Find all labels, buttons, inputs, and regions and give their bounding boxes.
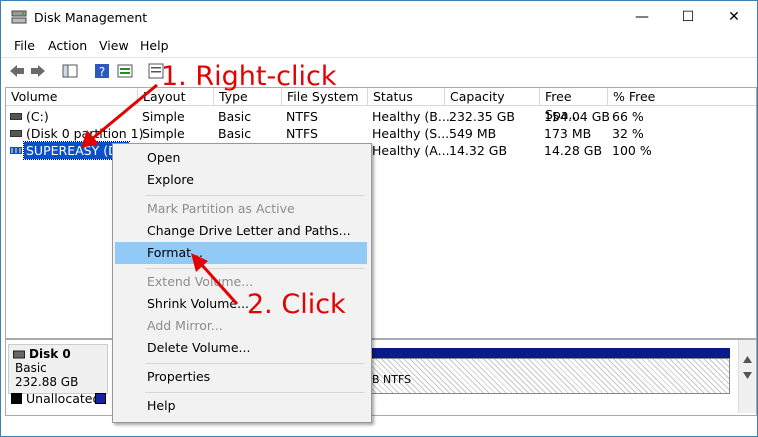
menu-item-delete-volume[interactable]: Delete Volume...: [115, 337, 367, 359]
properties-icon[interactable]: [116, 62, 134, 80]
disk-size: 232.88 GB: [15, 375, 79, 389]
primary-partition-swatch: [95, 393, 106, 404]
column-header-free-space[interactable]: Free Spa...: [540, 88, 608, 122]
menu-item-explore[interactable]: Explore: [115, 169, 367, 191]
partition-header-bar: [370, 348, 730, 358]
help-icon[interactable]: ?: [93, 62, 111, 80]
menu-item-properties[interactable]: Properties: [115, 366, 367, 388]
menu-action[interactable]: Action: [48, 38, 87, 53]
menu-separator: [145, 268, 365, 269]
menu-bar: File Action View Help: [1, 35, 757, 55]
legend: Unallocated: [5, 389, 115, 411]
cell-file-system: NTFS: [286, 109, 318, 124]
menu-item-format[interactable]: Format...: [115, 242, 367, 264]
scroll-down-icon[interactable]: [743, 372, 752, 379]
menu-item-change-drive-letter[interactable]: Change Drive Letter and Paths...: [115, 220, 367, 242]
cell-capacity: 14.32 GB: [449, 143, 508, 158]
menu-item-help[interactable]: Help: [115, 395, 367, 417]
cell-type: Basic: [218, 126, 252, 141]
disk-icon: [13, 350, 25, 359]
menu-separator: [145, 363, 365, 364]
disk-name: Disk 0: [29, 347, 71, 361]
drive-icon: [10, 113, 22, 120]
column-header-percent-free[interactable]: % Free: [608, 88, 756, 106]
cell-volume: (Disk 0 partition 1): [26, 126, 144, 141]
annotation-step2: 2. Click: [247, 289, 346, 320]
cell-layout: Simple: [142, 126, 185, 141]
table-row[interactable]: (C:) Simple Basic NTFS Healthy (B... 232…: [6, 108, 756, 125]
cell-free-space: 154.04 GB: [544, 109, 610, 124]
title-bar[interactable]: Disk Management — ☐ ✕: [1, 1, 757, 34]
column-header-capacity[interactable]: Capacity: [445, 88, 540, 106]
cell-status: Healthy (S...: [372, 126, 450, 141]
console-tree-icon[interactable]: [61, 62, 79, 80]
disk-0-label[interactable]: Disk 0 Basic 232.88 GB: [8, 344, 108, 394]
cell-file-system: NTFS: [286, 126, 318, 141]
svg-text:?: ?: [99, 65, 105, 79]
cell-status: Healthy (A...: [372, 143, 450, 158]
disk-management-app-icon: [11, 10, 27, 24]
cell-layout: Simple: [142, 109, 185, 124]
maximize-button[interactable]: ☐: [665, 1, 711, 33]
close-button[interactable]: ✕: [711, 1, 757, 33]
menu-view[interactable]: View: [99, 38, 129, 53]
minimize-icon: —: [635, 9, 649, 25]
cell-free-space: 173 MB: [544, 126, 592, 141]
cell-percent-free: 100 %: [612, 143, 652, 158]
cell-free-space: 14.28 GB: [544, 143, 603, 158]
partition-fs-text: B NTFS: [372, 373, 412, 386]
minimize-button[interactable]: —: [619, 1, 665, 33]
cell-percent-free: 66 %: [612, 109, 644, 124]
maximize-icon: ☐: [681, 9, 695, 25]
partition-block[interactable]: B NTFS: [370, 358, 730, 394]
column-header-status[interactable]: Status: [368, 88, 445, 106]
menu-separator: [145, 195, 365, 196]
forward-icon[interactable]: [29, 62, 47, 80]
toolbar: ?: [1, 57, 757, 84]
close-icon: ✕: [728, 9, 740, 25]
menu-help[interactable]: Help: [140, 38, 169, 53]
cell-volume: (C:): [26, 109, 49, 124]
context-menu: Open Explore Mark Partition as Active Ch…: [112, 143, 372, 423]
table-row[interactable]: (Disk 0 partition 1) Simple Basic NTFS H…: [6, 125, 756, 142]
cell-capacity: 232.35 GB: [449, 109, 515, 124]
menu-file[interactable]: File: [14, 38, 35, 53]
scroll-up-icon[interactable]: [743, 356, 752, 363]
usb-drive-icon: [10, 147, 22, 154]
cell-status: Healthy (B...: [372, 109, 450, 124]
menu-item-mark-partition-active: Mark Partition as Active: [147, 201, 295, 216]
menu-item-open[interactable]: Open: [115, 147, 367, 169]
cell-capacity: 549 MB: [449, 126, 497, 141]
cell-percent-free: 32 %: [612, 126, 644, 141]
disk-type: Basic: [15, 361, 47, 375]
cell-type: Basic: [218, 109, 252, 124]
drive-icon: [10, 130, 22, 137]
annotation-step1: 1. Right-click: [161, 61, 337, 92]
legend-unallocated-label: Unallocated: [26, 391, 101, 406]
vertical-scrollbar[interactable]: [738, 340, 756, 413]
unallocated-swatch: [11, 393, 22, 404]
menu-separator: [145, 392, 365, 393]
disk-management-window: Disk Management — ☐ ✕ File Action View H…: [0, 0, 758, 437]
window-title: Disk Management: [34, 10, 148, 25]
back-icon[interactable]: [8, 62, 26, 80]
column-header-volume[interactable]: Volume: [6, 88, 138, 106]
